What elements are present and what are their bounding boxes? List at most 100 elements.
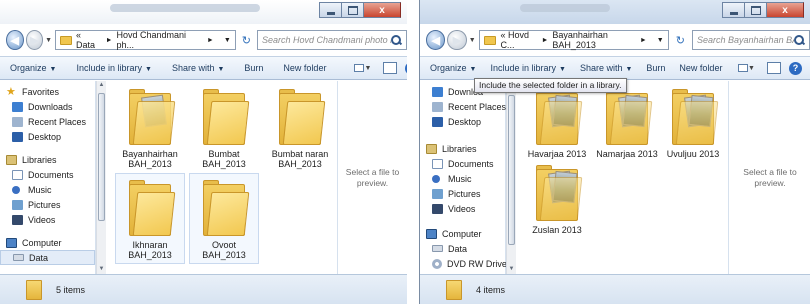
nav-data-drive[interactable]: Data — [0, 250, 95, 265]
share-with-menu[interactable]: Share with ▼ — [172, 63, 224, 73]
nav-documents[interactable]: Documents — [0, 167, 95, 182]
nav-recent-places[interactable]: Recent Places — [0, 114, 95, 129]
folder-label: Namarjaa 2013 — [596, 149, 658, 159]
folder-item[interactable]: Zuslan 2013 — [522, 159, 592, 238]
preview-pane-icon[interactable] — [383, 62, 398, 74]
close-button[interactable]: x — [363, 2, 401, 18]
scroll-thumb[interactable] — [98, 93, 105, 221]
folder-item[interactable]: Ikhnaran BAH_2013 — [115, 173, 185, 264]
back-button[interactable]: ◀ — [426, 30, 446, 50]
pictures-icon — [12, 199, 23, 210]
star-icon: ★ — [6, 85, 16, 98]
chevron-right-icon[interactable]: ► — [640, 37, 647, 44]
nav-desktop[interactable]: Desktop — [420, 114, 505, 129]
minimize-button[interactable] — [319, 2, 341, 18]
nav-data-drive[interactable]: Data — [420, 241, 505, 256]
recent-pages-dropdown-icon[interactable]: ▼ — [469, 37, 477, 44]
minimize-button[interactable] — [722, 2, 744, 18]
change-view-icon[interactable] — [354, 64, 365, 72]
back-button[interactable]: ◀ — [6, 30, 24, 50]
title-bar[interactable]: x — [0, 0, 407, 24]
folder-item[interactable]: Havarjaa 2013 — [522, 83, 592, 162]
burn-button[interactable]: Burn — [244, 63, 263, 73]
nav-music[interactable]: Music — [420, 171, 505, 186]
new-folder-button[interactable]: New folder — [679, 63, 722, 73]
maximize-button[interactable] — [744, 2, 766, 18]
view-dropdown-icon[interactable]: ▼ — [364, 65, 372, 72]
scroll-down-icon[interactable]: ▼ — [507, 265, 516, 274]
organize-menu[interactable]: Organize ▼ — [10, 63, 56, 73]
drive-icon — [13, 254, 24, 261]
folder-icon — [672, 87, 719, 145]
folder-item[interactable]: Bayanhairhan BAH_2013 — [115, 83, 185, 172]
nav-music[interactable]: Music — [0, 182, 95, 197]
new-folder-button[interactable]: New folder — [283, 63, 326, 73]
nav-pictures[interactable]: Pictures — [420, 186, 505, 201]
recent-pages-dropdown-icon[interactable]: ▼ — [45, 37, 52, 44]
nav-videos[interactable]: Videos — [0, 212, 95, 227]
folder-item[interactable]: Uvuljuu 2013 — [658, 83, 728, 162]
nav-recent-places[interactable]: Recent Places — [420, 99, 506, 114]
title-bar[interactable]: x — [420, 0, 810, 24]
change-view-icon[interactable] — [738, 64, 748, 72]
forward-button[interactable]: ▶ — [447, 30, 467, 50]
nav-computer[interactable]: Computer — [420, 226, 505, 241]
search-input[interactable]: Search Bayanhairhan BAH_2013 — [692, 30, 810, 50]
breadcrumb-current-folder[interactable]: Bayanhairhan BAH_2013 — [552, 30, 635, 50]
documents-icon — [12, 169, 23, 180]
nav-libraries[interactable]: Libraries — [420, 141, 505, 156]
search-placeholder: Search Hovd Chandmani photo monit... — [262, 35, 391, 45]
nav-downloads[interactable]: Downloads — [0, 99, 95, 114]
breadcrumb-current-folder[interactable]: Hovd Chandmani ph... — [117, 30, 203, 50]
refresh-icon[interactable]: ↻ — [671, 30, 690, 50]
search-input[interactable]: Search Hovd Chandmani photo monit... — [257, 30, 407, 50]
breadcrumb-parent[interactable]: « Hovd C... — [500, 30, 537, 50]
chevron-right-icon[interactable]: ► — [207, 37, 214, 44]
organize-menu[interactable]: Organize ▼ — [430, 63, 476, 73]
help-icon[interactable]: ? — [789, 61, 802, 75]
burn-button[interactable]: Burn — [646, 63, 665, 73]
chevron-right-icon[interactable]: ► — [541, 37, 548, 44]
nav-libraries[interactable]: Libraries — [0, 152, 95, 167]
search-icon[interactable] — [391, 34, 402, 46]
chevron-right-icon[interactable]: ► — [106, 37, 113, 44]
nav-scrollbar[interactable]: ▲ ▼ — [96, 81, 106, 274]
maximize-button[interactable] — [341, 2, 363, 18]
nav-pictures[interactable]: Pictures — [0, 197, 95, 212]
share-with-menu[interactable]: Share with ▼ — [580, 63, 632, 73]
address-dropdown-icon[interactable]: ▼ — [218, 37, 231, 44]
scroll-thumb[interactable] — [508, 95, 515, 245]
dvd-drive-icon — [432, 258, 442, 269]
include-in-library-menu[interactable]: Include in library ▼ — [490, 63, 565, 73]
address-bar[interactable]: « Hovd C... ► Bayanhairhan BAH_2013 ► ▼ — [479, 30, 669, 50]
scroll-down-icon[interactable]: ▼ — [97, 265, 106, 274]
folder-label: Bumbat naran BAH_2013 — [271, 149, 329, 169]
view-dropdown-icon[interactable]: ▼ — [748, 65, 756, 72]
refresh-icon[interactable]: ↻ — [238, 30, 255, 50]
folder-item[interactable]: Bumbat BAH_2013 — [189, 83, 259, 172]
nav-dvd-drive[interactable]: DVD RW Drive - — [420, 256, 512, 271]
search-icon[interactable] — [794, 34, 805, 46]
folder-icon — [279, 87, 326, 145]
folder-icon — [203, 178, 250, 236]
folder-item[interactable]: Ovoot BAH_2013 — [189, 173, 259, 264]
title-text-blurred — [520, 4, 610, 12]
close-button[interactable]: x — [766, 2, 804, 18]
scroll-up-icon[interactable]: ▲ — [97, 81, 106, 90]
nav-favorites[interactable]: ★ Favorites — [0, 84, 95, 99]
include-in-library-menu[interactable]: Include in library ▼ — [76, 63, 151, 73]
address-dropdown-icon[interactable]: ▼ — [651, 37, 664, 44]
preview-pane-icon[interactable] — [767, 62, 781, 74]
nav-videos[interactable]: Videos — [420, 201, 505, 216]
nav-scrollbar[interactable]: ▲ ▼ — [506, 81, 516, 274]
folder-item[interactable]: Namarjaa 2013 — [592, 83, 662, 162]
folder-item[interactable]: Bumbat naran BAH_2013 — [265, 83, 335, 172]
nav-computer[interactable]: Computer — [0, 235, 95, 250]
forward-button[interactable]: ▶ — [25, 30, 44, 50]
nav-documents[interactable]: Documents — [420, 156, 505, 171]
breadcrumb-data[interactable]: « Data — [76, 30, 102, 50]
address-bar[interactable]: « Data ► Hovd Chandmani ph... ► ▼ — [55, 30, 236, 50]
navigation-pane: Downloa Recent Places Desktop Libraries … — [420, 81, 512, 284]
folder-icon — [26, 279, 42, 300]
nav-desktop[interactable]: Desktop — [0, 129, 95, 144]
